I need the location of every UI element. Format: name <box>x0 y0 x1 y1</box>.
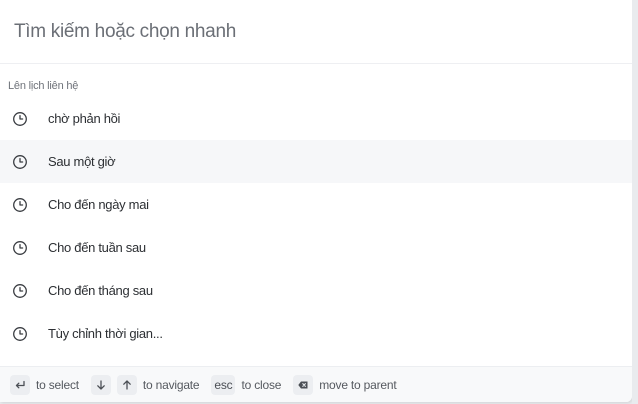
arrow-up-icon <box>116 374 137 395</box>
option-label: Cho đến ngày mai <box>48 197 149 212</box>
background-edge <box>632 0 638 404</box>
group-label: Lên lịch liên hệ <box>8 80 79 92</box>
parent-hint: move to parent <box>319 377 397 392</box>
command-palette: Lên lịch liên hệ chờ phản hồi Sau một gi… <box>0 0 632 402</box>
keyboard-hints: to select to navigate esc to close move … <box>0 366 632 402</box>
enter-key-icon <box>10 374 30 395</box>
option-label: chờ phản hồi <box>48 111 121 126</box>
option-custom-time[interactable]: Tùy chỉnh thời gian... <box>0 312 632 355</box>
option-until-next-week[interactable]: Cho đến tuần sau <box>0 226 632 269</box>
navigate-hint: to navigate <box>142 377 200 392</box>
clock-icon <box>12 154 28 170</box>
search-bar <box>0 0 632 64</box>
esc-key: esc <box>211 374 236 395</box>
select-hint: to select <box>36 377 79 392</box>
close-hint: to close <box>241 377 282 392</box>
clock-icon <box>12 240 28 256</box>
option-label: Tùy chỉnh thời gian... <box>48 326 163 341</box>
clock-icon <box>12 283 28 299</box>
clock-icon <box>12 197 28 213</box>
arrow-down-icon <box>90 374 111 395</box>
option-list: chờ phản hồi Sau một giờ Cho đến ngày ma… <box>0 97 632 355</box>
clock-icon <box>12 111 28 127</box>
option-after-one-hour[interactable]: Sau một giờ <box>0 140 632 183</box>
backspace-key-icon <box>293 374 314 395</box>
option-label: Sau một giờ <box>48 154 116 169</box>
search-input[interactable] <box>14 20 574 43</box>
option-label: Cho đến tháng sau <box>48 283 153 298</box>
clock-icon <box>12 326 28 342</box>
option-label: Cho đến tuần sau <box>48 240 146 255</box>
option-until-next-month[interactable]: Cho đến tháng sau <box>0 269 632 312</box>
option-until-tomorrow[interactable]: Cho đến ngày mai <box>0 183 632 226</box>
option-awaiting-reply[interactable]: chờ phản hồi <box>0 97 632 140</box>
